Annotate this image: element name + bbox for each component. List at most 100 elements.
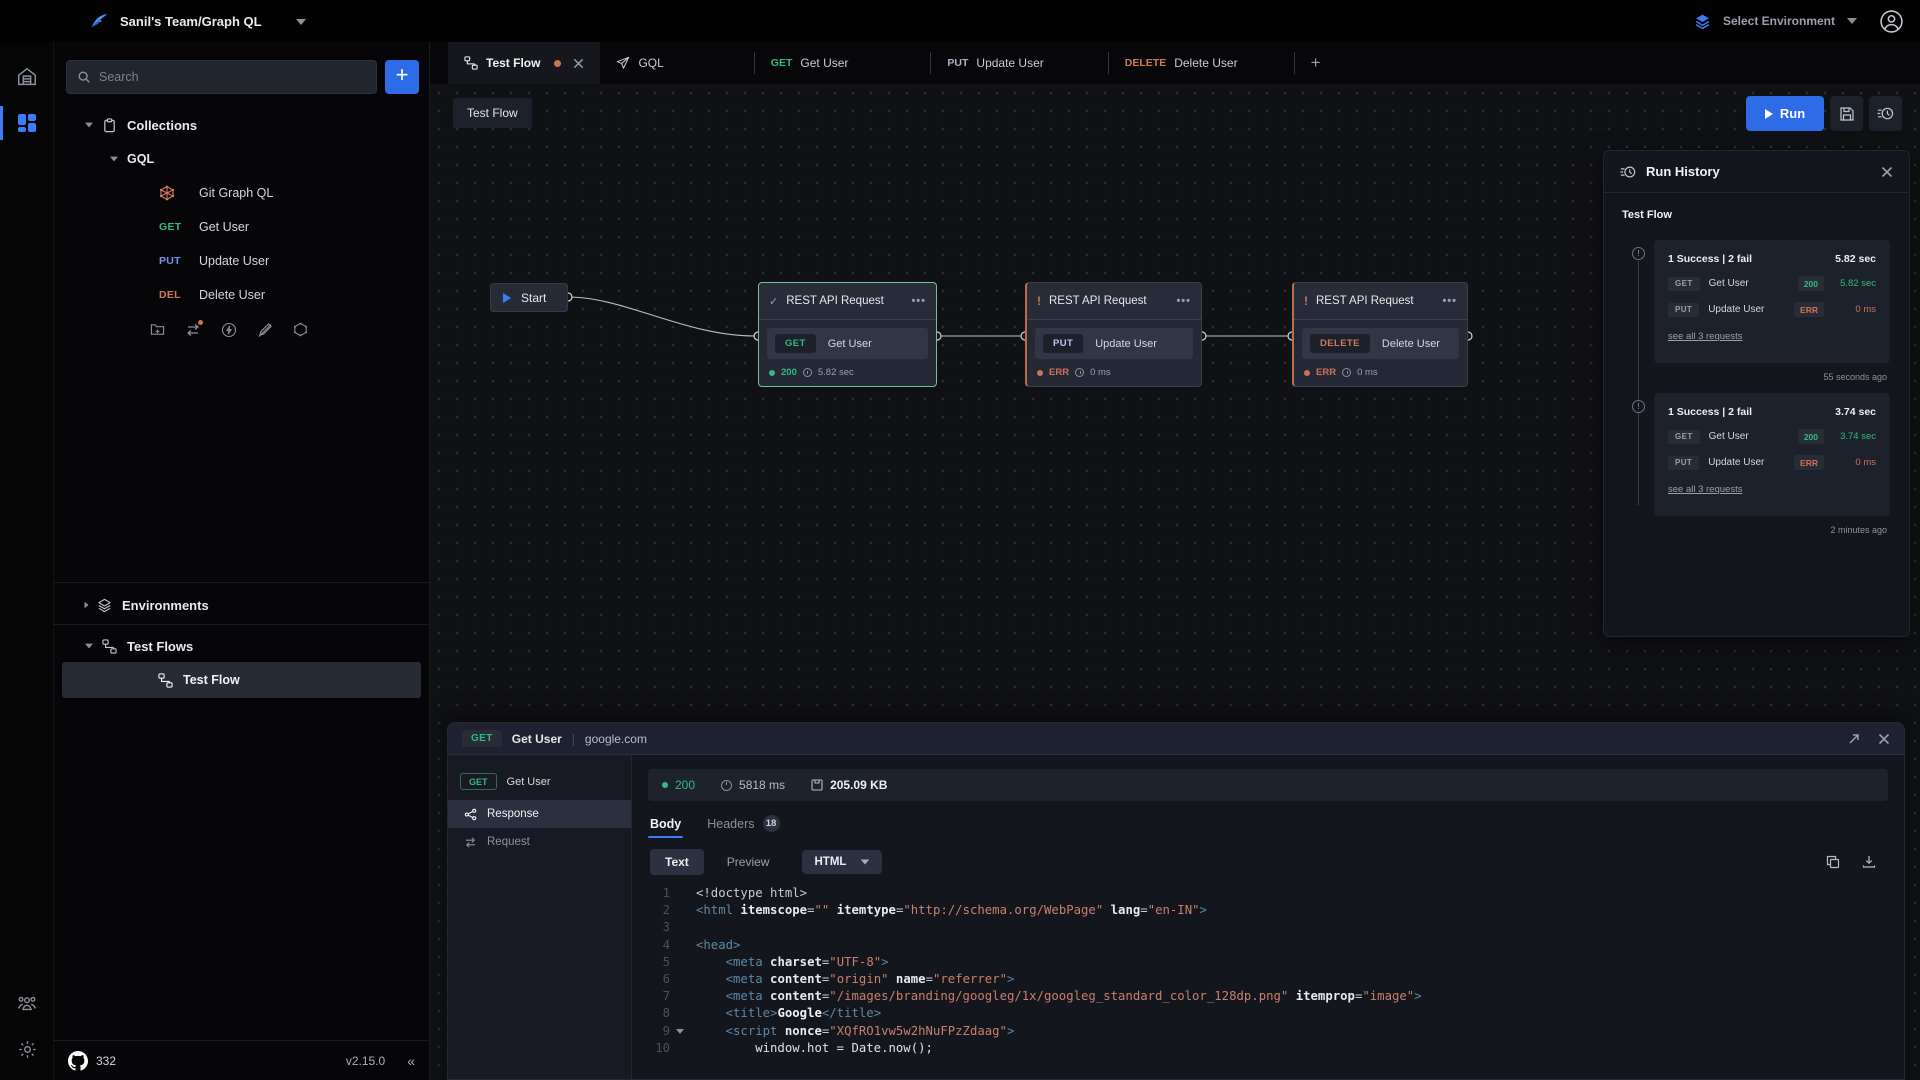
response-icon [464, 808, 477, 821]
node-request-row[interactable]: GET Get User [767, 328, 928, 359]
bolt-icon[interactable] [221, 322, 237, 338]
panel-item-request[interactable]: Request [448, 828, 631, 856]
timeline-marker-icon: ! [1632, 400, 1645, 413]
github-icon[interactable] [68, 1051, 88, 1071]
environments-header[interactable]: Environments [54, 586, 429, 624]
code-line: 5 <meta charset="UTF-8"> [632, 954, 1904, 971]
history-request-row: GET Get User 200 3.74 sec [1668, 429, 1876, 444]
run-timestamp: 2 minutes ago [1830, 525, 1887, 535]
search-input[interactable] [99, 70, 366, 84]
github-star-count[interactable]: 332 [96, 1054, 116, 1068]
user-avatar[interactable] [1879, 9, 1904, 34]
tab-get-user[interactable]: GET Get User [755, 42, 865, 84]
tab-delete-user[interactable]: DELETE Delete User [1109, 42, 1254, 84]
node-menu-icon[interactable]: ••• [911, 295, 926, 307]
collections-caret-icon[interactable] [85, 123, 93, 128]
sidebar-item-update-user[interactable]: PUT Update User [54, 244, 429, 278]
graphql-gray-icon[interactable] [293, 322, 308, 338]
import-icon[interactable] [185, 322, 201, 338]
run-button[interactable]: Run [1746, 96, 1824, 131]
see-all-requests-link[interactable]: see all 3 requests [1668, 484, 1742, 495]
run-duration: 5.82 sec [1835, 253, 1876, 265]
panel-request-item[interactable]: GET Get User [448, 765, 631, 800]
select-environment-label[interactable]: Select Environment [1723, 14, 1835, 28]
run-history-panel: Run History Test Flow ! ! 1 Success | 2 … [1603, 150, 1910, 637]
response-code-viewer[interactable]: 1<!doctype html>2<html itemscope="" item… [632, 885, 1904, 1079]
node-menu-icon[interactable]: ••• [1442, 295, 1457, 307]
folder-caret-icon[interactable] [110, 157, 118, 162]
community-icon[interactable] [0, 980, 54, 1026]
edit-pen-icon[interactable] [257, 322, 273, 338]
download-icon[interactable] [1862, 855, 1876, 869]
line-number: 9 [632, 1023, 678, 1040]
flow-node-update-user[interactable]: ! REST API Request ••• PUT Update User E… [1025, 282, 1202, 387]
history-entry[interactable]: 1 Success | 2 fail 3.74 sec GET Get User… [1654, 393, 1890, 516]
history-entry[interactable]: 1 Success | 2 fail 5.82 sec GET Get User… [1654, 240, 1890, 363]
flow-node-get-user[interactable]: ✓ REST API Request ••• GET Get User 200 … [758, 282, 937, 387]
sidebar-item-test-flow[interactable]: Test Flow [62, 662, 421, 698]
response-panel: GET Get User | google.com GET [447, 722, 1905, 1080]
workspace-caret-icon[interactable] [296, 19, 306, 25]
left-rail [0, 42, 54, 1080]
close-panel-icon[interactable] [1878, 733, 1890, 745]
collapse-sidebar-button[interactable]: « [407, 1053, 415, 1069]
tab-update-user[interactable]: PUT Update User [931, 42, 1059, 84]
close-history-icon[interactable] [1881, 166, 1893, 178]
save-flow-button[interactable] [1830, 96, 1863, 131]
folder-gql[interactable]: GQL [54, 142, 429, 176]
flow-icon [102, 639, 117, 654]
start-node[interactable]: Start [490, 283, 568, 312]
sidebar-item-get-user[interactable]: GET Get User [54, 210, 429, 244]
settings-gear-icon[interactable] [0, 1026, 54, 1072]
fold-caret-icon[interactable] [676, 1029, 684, 1034]
search-icon [77, 70, 91, 84]
tab-headers[interactable]: Headers 18 [707, 815, 779, 839]
run-history-button[interactable] [1869, 96, 1902, 131]
status-dot-icon [1037, 370, 1043, 376]
sidebar-item-delete-user[interactable]: DEL Delete User [54, 278, 429, 312]
tab-bar: Test Flow GQL GET Get User PUT Update Us… [430, 42, 1920, 84]
code-line: 3 [632, 919, 1904, 936]
collections-grid-icon[interactable] [0, 100, 54, 146]
view-text-button[interactable]: Text [650, 849, 704, 875]
environments-caret-icon[interactable] [85, 602, 89, 608]
clock-icon [1342, 368, 1351, 377]
panel-item-response[interactable]: Response [448, 800, 631, 828]
view-preview-button[interactable]: Preview [712, 849, 785, 875]
tab-body[interactable]: Body [650, 817, 681, 838]
code-line: 10 window.hot = Date.now(); [632, 1040, 1904, 1057]
test-flows-header[interactable]: Test Flows [54, 628, 429, 664]
home-icon[interactable] [0, 54, 54, 100]
collections-header[interactable]: Collections [54, 108, 429, 142]
send-icon [616, 56, 630, 70]
close-tab-icon[interactable] [573, 58, 584, 69]
tab-test-flow[interactable]: Test Flow [448, 42, 600, 84]
workspace-title[interactable]: Sanil's Team/Graph QL [120, 14, 262, 29]
response-status-bar: 200 5818 ms 205.09 KB [648, 769, 1888, 801]
headers-count-badge: 18 [763, 815, 780, 832]
clock-icon [1075, 368, 1084, 377]
request-name: Get User [512, 732, 562, 746]
node-request-row[interactable]: PUT Update User [1035, 328, 1193, 359]
clipboard-icon [102, 118, 117, 133]
expand-panel-icon[interactable] [1848, 733, 1860, 745]
new-tab-button[interactable]: + [1295, 42, 1337, 84]
copy-icon[interactable] [1826, 855, 1840, 869]
history-flow-name: Test Flow [1604, 193, 1909, 225]
node-request-row[interactable]: DELETE Delete User [1302, 328, 1459, 359]
response-time: 5818 ms [739, 778, 785, 792]
tab-gql[interactable]: GQL [600, 42, 679, 84]
sidebar-item-git-graph-ql[interactable]: Git Graph QL [54, 176, 429, 210]
layers-icon [97, 598, 112, 613]
flow-canvas[interactable]: Test Flow Run [430, 84, 1920, 1080]
search-box[interactable] [66, 60, 377, 94]
format-select[interactable]: HTML [802, 850, 882, 874]
add-button[interactable]: + [385, 60, 419, 94]
test-flows-caret-icon[interactable] [85, 644, 93, 649]
environment-caret-icon[interactable] [1847, 18, 1857, 24]
add-folder-icon[interactable] [150, 322, 165, 338]
play-icon [503, 293, 511, 303]
see-all-requests-link[interactable]: see all 3 requests [1668, 331, 1742, 342]
flow-node-delete-user[interactable]: ! REST API Request ••• DELETE Delete Use… [1292, 282, 1468, 387]
node-menu-icon[interactable]: ••• [1176, 295, 1191, 307]
